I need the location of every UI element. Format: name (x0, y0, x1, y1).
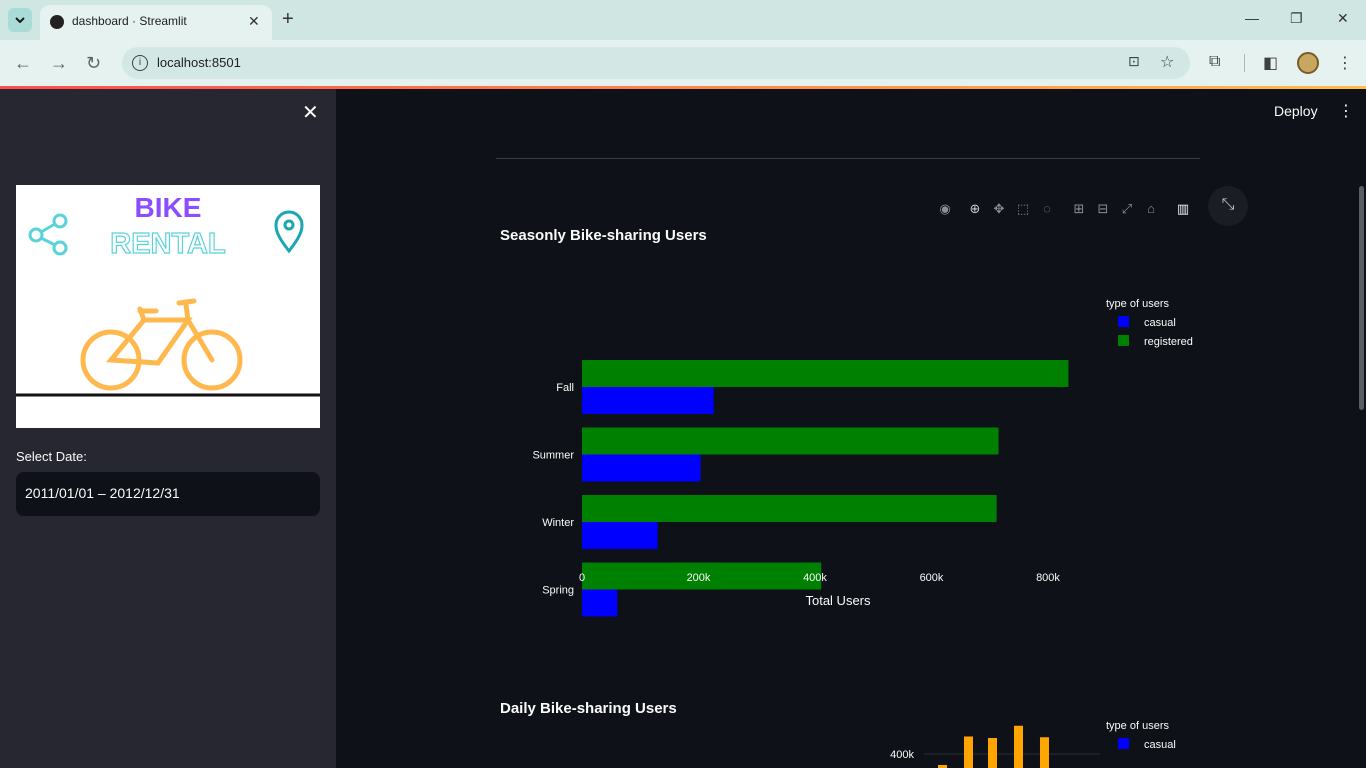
zoom-icon[interactable]: ⊕ (966, 200, 984, 218)
y-tick-label: Summer (532, 450, 574, 462)
date-range-input[interactable]: 2011/01/01 – 2012/12/31 (16, 472, 320, 516)
x-tick-label: 400k (803, 572, 827, 584)
share-icon (28, 213, 68, 256)
legend-title: type of users (1106, 720, 1169, 732)
extensions-icon[interactable]: ⧉ (1209, 53, 1220, 71)
plotly-logo-icon[interactable]: ▥ (1174, 200, 1192, 218)
tab-title: dashboard · Streamlit (72, 14, 187, 28)
divider (496, 158, 1200, 159)
browser-tab[interactable]: dashboard · Streamlit ✕ (40, 5, 272, 40)
reset-axes-icon[interactable]: ⌂ (1142, 200, 1160, 218)
plotly-modebar: ◉ ⊕ ✥ ⬚ ◌ ⊞ ⊟ ⤢ ⌂ ▥ (936, 200, 1192, 218)
y-tick-label: Spring (542, 585, 574, 597)
translate-icon[interactable]: ⊡ (1128, 53, 1140, 70)
legend-swatch-casual[interactable] (1118, 738, 1129, 749)
box-select-icon[interactable]: ⬚ (1014, 200, 1032, 218)
browser-toolbar: ← → ↻ i localhost:8501 ⊡ ☆ ⧉ ◧ ⋮ (0, 40, 1366, 86)
x-axis-title: Total Users (805, 593, 871, 608)
sidebar-close-icon[interactable]: ✕ (302, 103, 319, 123)
zoom-in-icon[interactable]: ⊞ (1070, 200, 1088, 218)
pan-icon[interactable]: ✥ (990, 200, 1008, 218)
site-info-icon[interactable]: i (132, 55, 148, 71)
camera-icon[interactable]: ◉ (936, 200, 954, 218)
legend-title: type of users (1106, 298, 1169, 310)
daily-bar[interactable] (1014, 725, 1023, 768)
main-content: Deploy ⋮ ◉ ⊕ ✥ ⬚ ◌ ⊞ ⊟ ⤢ ⌂ ▥ ⤡ Seasonly … (336, 89, 1366, 768)
bar-casual-spring[interactable] (582, 589, 618, 617)
x-tick-label: 800k (1036, 572, 1060, 584)
x-tick-label: 600k (920, 572, 944, 584)
legend-label-registered: registered (1144, 336, 1193, 348)
fullscreen-icon[interactable]: ⤡ (1208, 186, 1248, 226)
deploy-button[interactable]: Deploy (1274, 103, 1318, 119)
autoscale-icon[interactable]: ⤢ (1118, 200, 1136, 218)
daily-chart-title: Daily Bike-sharing Users (500, 700, 677, 717)
bookmark-star-icon[interactable]: ☆ (1160, 52, 1174, 72)
minimize-icon[interactable]: — (1245, 10, 1259, 26)
bar-casual-winter[interactable] (582, 522, 658, 549)
legend-label-casual: casual (1144, 317, 1176, 329)
bar-registered-summer[interactable] (582, 427, 999, 455)
tab-close-icon[interactable]: ✕ (248, 13, 260, 30)
logo-title-rental: RENTAL (110, 228, 225, 260)
seasonal-bar-chart: Fall Summer Winter Spring 0 200k 400k 600k 800k T… (532, 298, 1193, 617)
bike-rental-logo: BIKE RENTAL (16, 185, 320, 428)
url-text: localhost:8501 (157, 55, 241, 70)
tab-search-button[interactable] (8, 8, 32, 32)
daily-bar-chart: 400k type of users casual (890, 720, 1176, 768)
browser-menu-icon[interactable]: ⋮ (1337, 53, 1353, 73)
chevron-down-icon (15, 17, 25, 23)
bar-registered-winter[interactable] (582, 495, 997, 522)
logo-title-bike: BIKE (135, 192, 202, 223)
forward-icon[interactable]: → (50, 53, 68, 74)
daily-bar[interactable] (1040, 737, 1049, 768)
toolbar-divider (1244, 54, 1245, 72)
daily-bar[interactable] (988, 738, 997, 768)
page-scrollbar[interactable] (1359, 186, 1364, 410)
window-close-icon[interactable]: ✕ (1337, 10, 1349, 27)
y-tick-label: Winter (542, 517, 574, 529)
address-bar[interactable]: i localhost:8501 ⊡ ☆ (122, 47, 1190, 79)
x-tick-label: 0 (579, 572, 585, 584)
back-icon[interactable]: ← (14, 53, 32, 74)
browser-tab-bar: dashboard · Streamlit ✕ + — ❐ ✕ (0, 0, 1366, 40)
daily-bar[interactable] (964, 736, 973, 768)
y-tick-label: Fall (556, 382, 574, 394)
legend-swatch-casual[interactable] (1118, 316, 1129, 327)
restore-icon[interactable]: ❐ (1290, 10, 1303, 27)
profile-avatar[interactable] (1297, 52, 1319, 74)
select-date-label: Select Date: (16, 449, 87, 464)
streamlit-favicon-icon (50, 15, 64, 29)
zoom-out-icon[interactable]: ⊟ (1094, 200, 1112, 218)
bicycle-icon (80, 298, 243, 391)
bar-registered-fall[interactable] (582, 360, 1069, 387)
seasonal-chart-title: Seasonly Bike-sharing Users (500, 227, 707, 244)
new-tab-icon[interactable]: + (282, 9, 294, 29)
main-menu-icon[interactable]: ⋮ (1338, 101, 1354, 121)
side-panel-icon[interactable]: ◧ (1263, 53, 1278, 73)
y-tick-label: 400k (890, 749, 914, 761)
lasso-select-icon[interactable]: ◌ (1038, 200, 1056, 218)
reload-icon[interactable]: ↻ (86, 53, 101, 74)
legend-label-casual: casual (1144, 739, 1176, 751)
legend-swatch-registered[interactable] (1118, 335, 1129, 346)
sidebar: ✕ BIKE RENTAL Select Date: 2011/01/01 – … (0, 89, 336, 768)
bar-casual-summer[interactable] (582, 454, 701, 482)
location-pin-icon (274, 210, 304, 254)
bar-casual-fall[interactable] (582, 387, 714, 414)
x-tick-label: 200k (687, 572, 711, 584)
